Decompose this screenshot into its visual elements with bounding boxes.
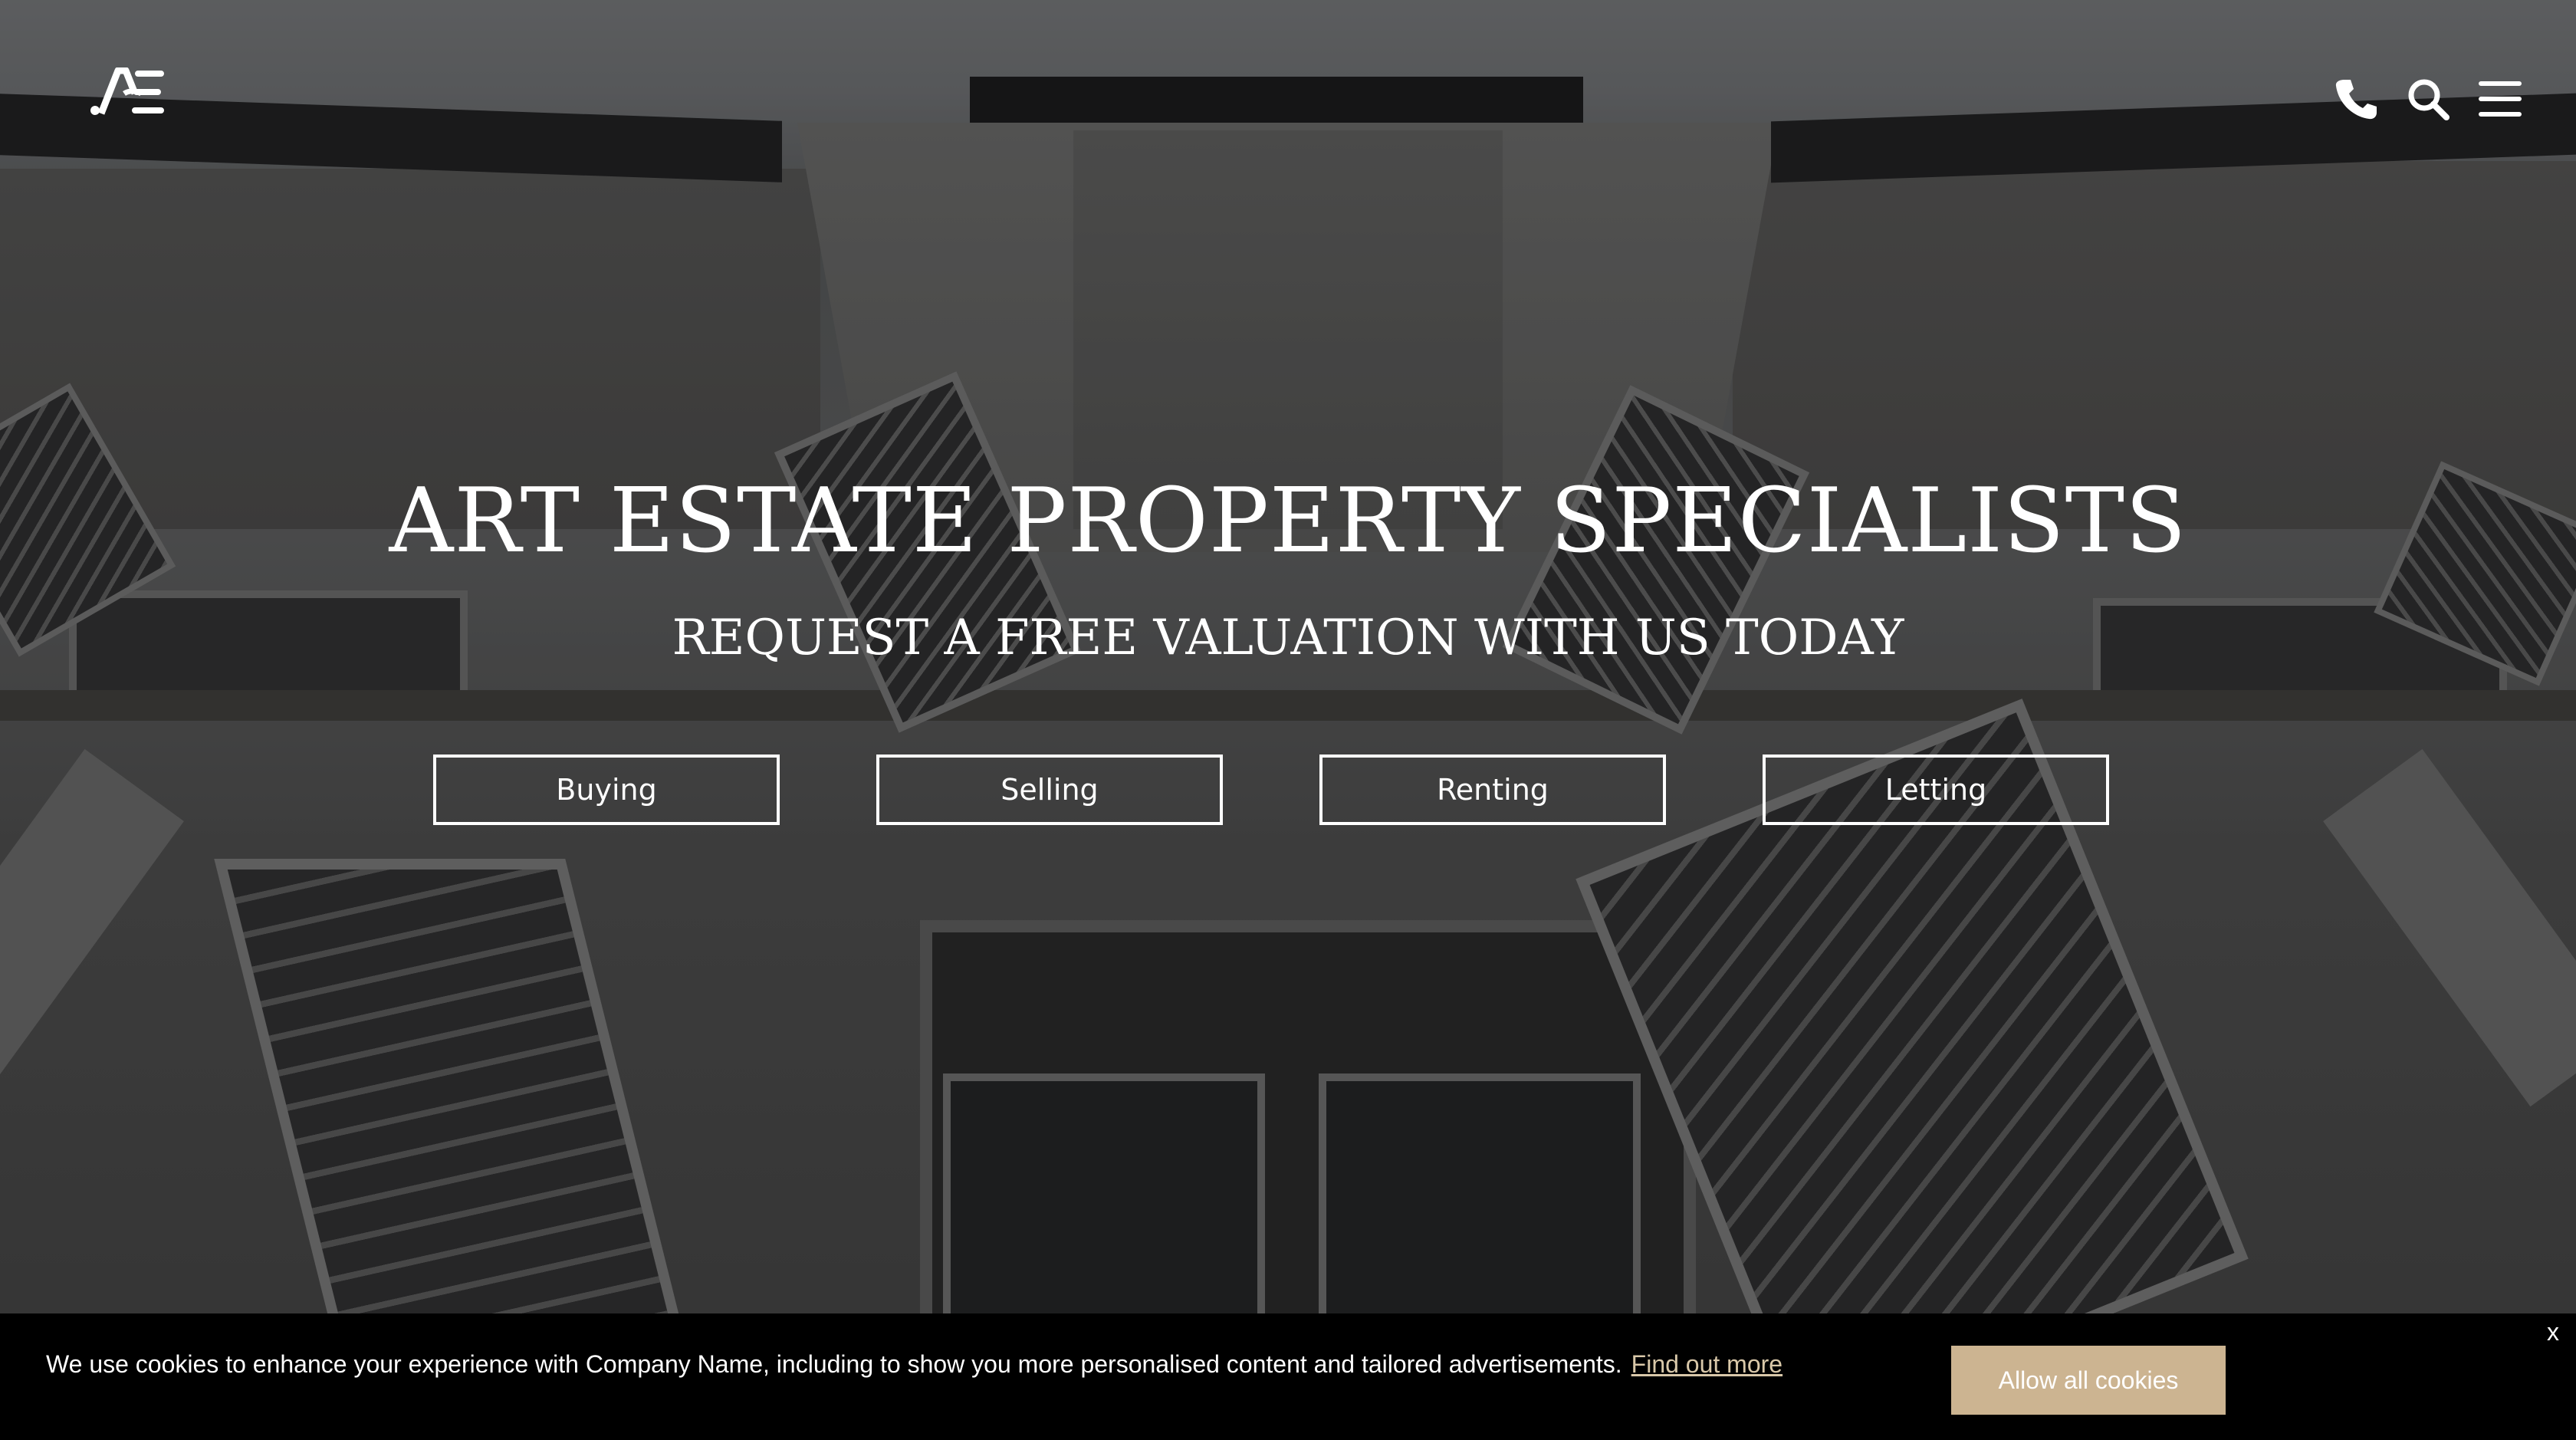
header-actions [2334, 77, 2522, 121]
hero-button-row: Buying Selling Renting Letting [433, 755, 2109, 825]
cookie-message: We use cookies to enhance your experienc… [46, 1350, 1622, 1378]
cookie-message-row: We use cookies to enhance your experienc… [46, 1350, 1783, 1379]
hero-title: ART ESTATE PROPERTY SPECIALISTS [389, 469, 2187, 573]
hero-subtitle: REQUEST A FREE VALUATION WITH US TODAY [672, 610, 1904, 666]
hero-dark-overlay [0, 0, 2576, 1440]
selling-button[interactable]: Selling [876, 755, 1223, 825]
cookie-banner: We use cookies to enhance your experienc… [0, 1313, 2576, 1440]
hero-background [0, 0, 2576, 1440]
allow-all-cookies-button[interactable]: Allow all cookies [1951, 1346, 2226, 1415]
letting-button[interactable]: Letting [1763, 755, 2109, 825]
buying-button[interactable]: Buying [433, 755, 780, 825]
menu-icon[interactable] [2478, 77, 2522, 121]
site-logo[interactable] [90, 67, 164, 117]
renting-button[interactable]: Renting [1319, 755, 1666, 825]
search-icon[interactable] [2406, 77, 2450, 121]
cookie-close-button[interactable]: x [2547, 1318, 2559, 1346]
logo-mark-icon [90, 67, 164, 115]
phone-icon[interactable] [2334, 77, 2378, 121]
find-out-more-link[interactable]: Find out more [1631, 1350, 1783, 1378]
